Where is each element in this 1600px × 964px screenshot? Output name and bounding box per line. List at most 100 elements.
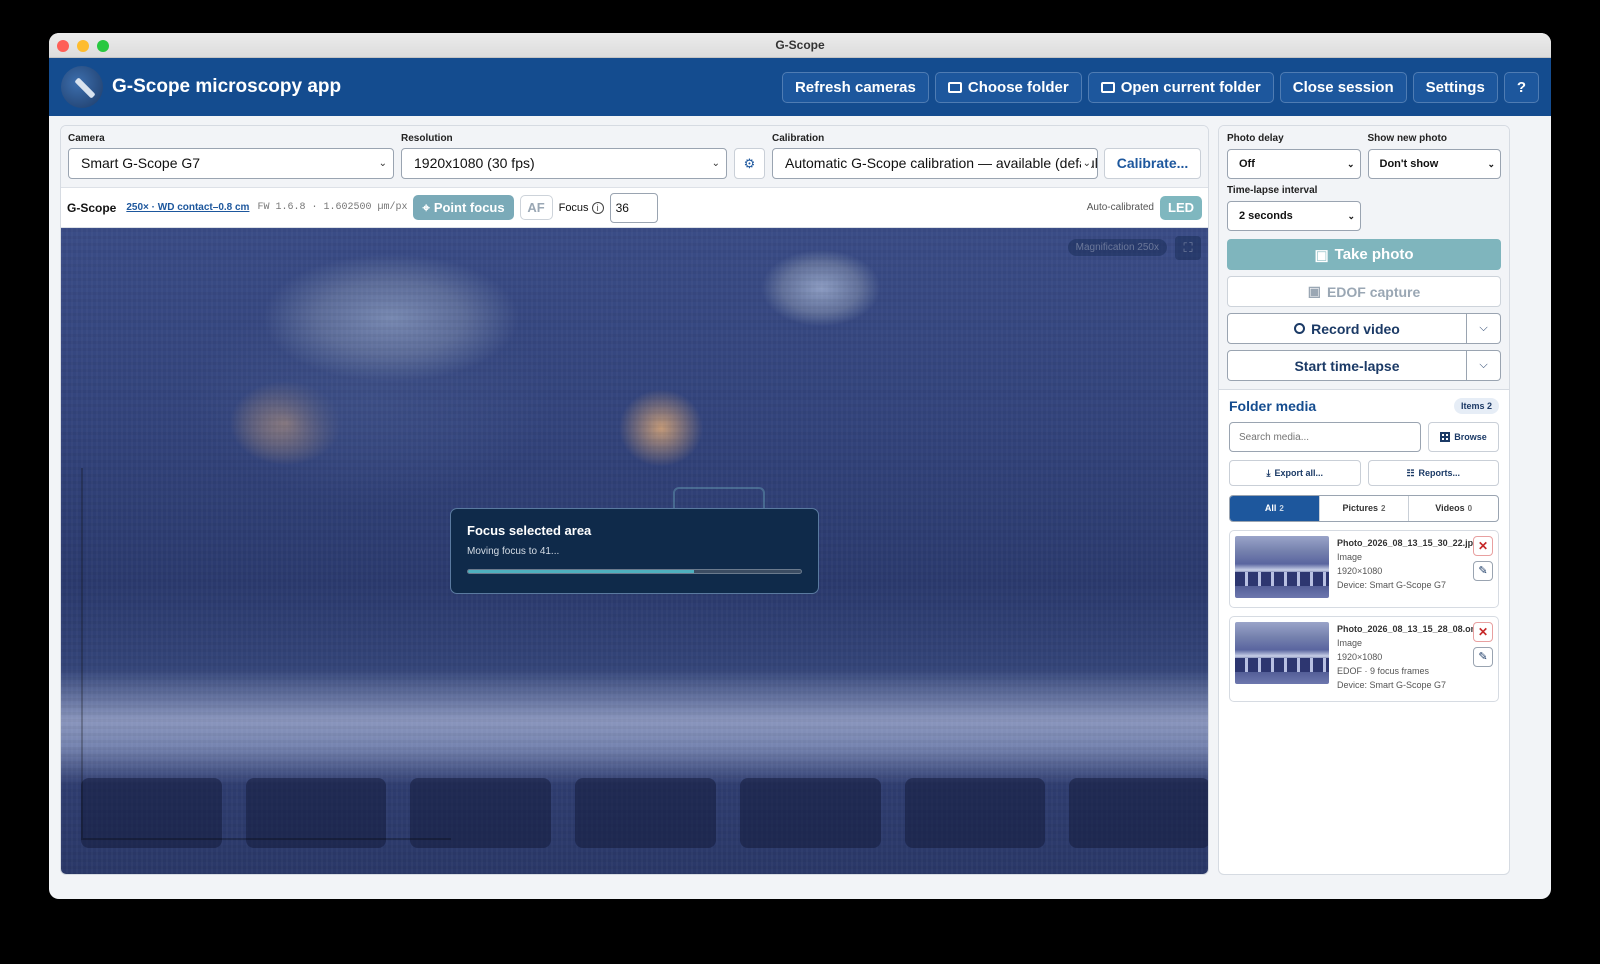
focus-dialog-message: Moving focus to 41... — [467, 546, 560, 557]
media-device: Device: Smart G-Scope G7 — [1337, 580, 1447, 590]
reports-label: Reports... — [1418, 468, 1461, 478]
items-count: 2 — [1486, 401, 1492, 411]
media-type: Image — [1337, 638, 1363, 648]
autofocus-button[interactable]: AF — [519, 195, 553, 220]
calibration-label: Calibration — [772, 133, 825, 144]
open-current-folder-button[interactable]: Open current folder — [1087, 71, 1274, 103]
choose-folder-button[interactable]: Choose folder — [934, 71, 1082, 103]
firmware-info: FW 1.6.8 · 1.602500 µm/px — [257, 202, 408, 213]
focus-label-group: Focus i — [558, 201, 604, 214]
led-toggle-button[interactable]: LED — [1160, 195, 1202, 220]
camera-label: Camera — [68, 133, 105, 144]
zoom-window-button[interactable] — [97, 40, 109, 52]
take-photo-label: Take photo — [1334, 246, 1414, 263]
media-dimensions: 1920×1080 — [1337, 652, 1383, 662]
camera-select-value: Smart G-Scope G7 — [81, 155, 201, 171]
close-window-button[interactable] — [57, 40, 69, 52]
document-icon: ☷ — [1406, 467, 1415, 478]
photo-delay-select[interactable]: Off ⌄ — [1227, 149, 1361, 179]
fullscreen-button[interactable]: ⛶ — [1175, 236, 1201, 260]
magnification-link[interactable]: 250× · WD contact–0.8 cm — [126, 202, 249, 213]
focus-progress-bar — [467, 569, 802, 574]
focus-progress-fill — [468, 570, 695, 573]
record-video-label: Record video — [1311, 320, 1400, 337]
delete-media-button[interactable]: ✕ — [1473, 536, 1493, 556]
window-titlebar: G-Scope — [49, 33, 1551, 58]
chevron-down-icon: ⌄ — [378, 158, 387, 169]
calibrate-button[interactable]: Calibrate... — [1104, 148, 1201, 179]
header-toolbar: Refresh cameras Choose folder Open curre… — [781, 71, 1539, 103]
focus-dialog-title: Focus selected area — [467, 523, 592, 538]
media-search-input[interactable] — [1229, 422, 1421, 452]
choose-folder-label: Choose folder — [967, 78, 1069, 96]
focus-input[interactable]: 36 — [609, 192, 658, 223]
resolution-select-value: 1920x1080 (30 fps) — [414, 155, 535, 171]
refresh-cameras-button[interactable]: Refresh cameras — [781, 71, 929, 103]
auto-calibrated-status: Auto-calibrated — [1086, 202, 1154, 213]
show-new-photo-value: Don't show — [1379, 158, 1439, 170]
close-session-button[interactable]: Close session — [1279, 71, 1407, 103]
calibration-select[interactable]: Automatic G-Scope calibration — availabl… — [772, 148, 1098, 179]
grid-icon — [1440, 432, 1451, 442]
brand-label: G-Scope — [67, 200, 117, 215]
settings-button[interactable]: Settings — [1412, 71, 1498, 103]
close-icon: ✕ — [1477, 539, 1489, 553]
tab-pictures[interactable]: Pictures 2 — [1318, 496, 1409, 521]
items-count-badge: Items 2 — [1453, 398, 1499, 414]
media-item[interactable]: Photo_2026_08_13_15_30_22.jpg Image 1920… — [1229, 530, 1499, 608]
chevron-down-icon: ⌄ — [1080, 149, 1091, 178]
tab-all[interactable]: All 2 — [1230, 496, 1319, 521]
chevron-down-icon: ⌄ — [1346, 159, 1355, 169]
record-video-options-button[interactable]: ⌵ — [1467, 313, 1501, 344]
microscope-logo-icon — [61, 66, 103, 108]
capture-sidebar: Photo delay Off ⌄ Show new photo Don't sh… — [1218, 125, 1510, 875]
media-thumbnail[interactable] — [1235, 622, 1329, 684]
timelapse-split-button: Start time-lapse ⌵ — [1227, 350, 1501, 381]
timelapse-interval-group: Time-lapse interval 2 seconds ⌄ — [1227, 185, 1361, 231]
live-camera-view[interactable]: Magnification 250x ⛶ Focus selected area… — [61, 228, 1208, 874]
export-all-button[interactable]: ⤓ Export all... — [1229, 460, 1361, 486]
browse-label: Browse — [1454, 432, 1487, 442]
rename-media-button[interactable]: ✎ — [1473, 647, 1493, 667]
close-icon: ✕ — [1477, 625, 1489, 639]
take-photo-button[interactable]: ▣ Take photo — [1227, 239, 1501, 270]
reports-button[interactable]: ☷ Reports... — [1367, 460, 1499, 486]
record-video-button[interactable]: Record video — [1227, 313, 1467, 344]
record-video-split-button: Record video ⌵ — [1227, 313, 1501, 344]
minimize-window-button[interactable] — [77, 40, 89, 52]
show-new-photo-label: Show new photo — [1367, 133, 1447, 144]
show-new-photo-select[interactable]: Don't show ⌄ — [1367, 149, 1501, 179]
media-item[interactable]: Photo_2026_08_13_15_28_08.ome.tiff Image… — [1229, 616, 1499, 702]
chevron-down-icon: ⌄ — [1347, 211, 1355, 221]
help-label: ? — [1516, 78, 1526, 96]
resolution-select[interactable]: 1920x1080 (30 fps) ⌄ — [401, 148, 727, 179]
camera-select[interactable]: Smart G-Scope G7 ⌄ — [68, 148, 394, 179]
info-icon[interactable]: i — [591, 201, 604, 214]
media-thumbnail[interactable] — [1235, 536, 1329, 598]
items-label: Items — [1460, 401, 1485, 411]
crosshair-icon: ⌖ — [422, 199, 430, 215]
gear-icon: ⚙ — [743, 156, 756, 171]
tab-all-count: 2 — [1279, 504, 1284, 513]
start-timelapse-label: Start time-lapse — [1294, 357, 1400, 374]
focus-label: Focus — [558, 201, 589, 214]
app-title: G-Scope microscopy app — [112, 76, 342, 97]
settings-label: Settings — [1425, 78, 1485, 96]
tab-videos-count: 0 — [1467, 504, 1473, 513]
resolution-settings-button[interactable]: ⚙ — [734, 148, 765, 179]
edof-capture-button[interactable]: ▣ EDOF capture — [1227, 276, 1501, 307]
window-title: G-Scope — [775, 38, 825, 52]
record-icon — [1294, 323, 1306, 334]
timelapse-interval-select[interactable]: 2 seconds ⌄ — [1227, 201, 1361, 231]
help-button[interactable]: ? — [1503, 71, 1539, 103]
browse-button[interactable]: Browse — [1428, 422, 1499, 452]
point-focus-button[interactable]: ⌖ Point focus — [413, 195, 514, 220]
resolution-label: Resolution — [401, 133, 453, 144]
start-timelapse-button[interactable]: Start time-lapse — [1227, 350, 1467, 381]
timelapse-options-button[interactable]: ⌵ — [1467, 350, 1501, 381]
rename-media-button[interactable]: ✎ — [1473, 561, 1493, 581]
delete-media-button[interactable]: ✕ — [1473, 622, 1493, 642]
timelapse-interval-value: 2 seconds — [1239, 210, 1293, 222]
tab-videos[interactable]: Videos 0 — [1408, 496, 1498, 521]
media-type: Image — [1337, 552, 1363, 562]
